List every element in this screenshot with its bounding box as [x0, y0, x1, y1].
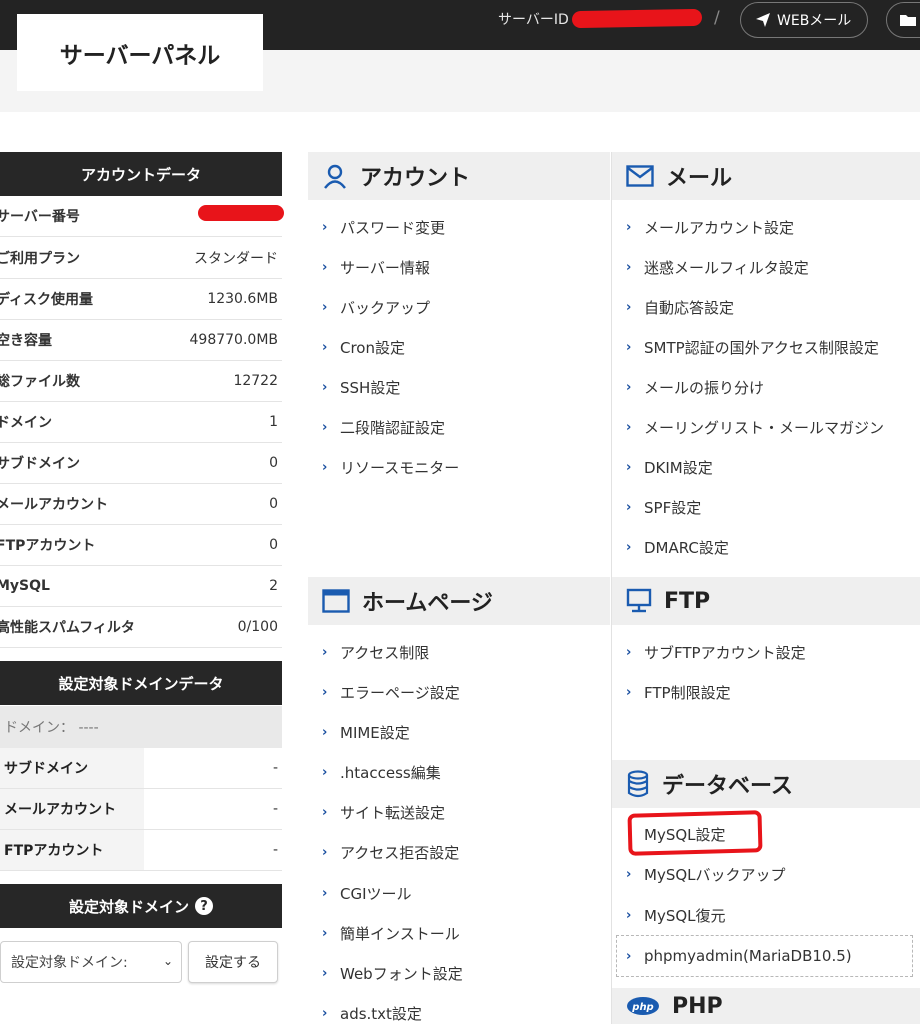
menu-item-server-info[interactable]: › サーバー情報: [322, 247, 430, 287]
account-data-heading: アカウントデータ: [0, 152, 282, 196]
menu-item-dkim[interactable]: › DKIM設定: [626, 447, 713, 487]
menu-item-auto-reply[interactable]: › 自動応答設定: [626, 287, 734, 327]
domain-data-row-subdomain: サブドメイン -: [0, 748, 282, 789]
menu-item-mail-account-settings[interactable]: › メールアカウント設定: [626, 207, 794, 247]
set-domain-button[interactable]: 設定する: [188, 941, 278, 983]
domain-data-row-mail-account: メールアカウント -: [0, 789, 282, 830]
menu-item-ads-txt[interactable]: › ads.txt設定: [322, 993, 422, 1024]
menu-item-ssh[interactable]: › SSH設定: [322, 367, 400, 407]
server-id-redaction: [571, 8, 703, 29]
menu-item-cron[interactable]: › Cron設定: [322, 327, 405, 367]
menu-item-mysql-backup[interactable]: › MySQLバックアップ: [626, 854, 786, 894]
menu-item-access-restriction[interactable]: › アクセス制限: [322, 632, 429, 672]
browser-window-icon: [322, 589, 350, 613]
webmail-label: WEBメール: [777, 13, 852, 29]
menu-item-easy-install[interactable]: › 簡単インストール: [322, 913, 460, 953]
menu-item-access-deny[interactable]: › アクセス拒否設定: [322, 832, 459, 872]
account-row-subdomain: サブドメイン 0: [0, 443, 282, 484]
account-row-ftp-account: FTPアカウント 0: [0, 525, 282, 566]
menu-item-two-factor[interactable]: › 二段階認証設定: [322, 407, 445, 447]
topbar-separator: /: [714, 8, 720, 28]
help-icon[interactable]: ?: [195, 897, 213, 915]
chevron-down-icon: ⌄: [162, 954, 173, 968]
mail-section-heading: メール: [612, 152, 920, 200]
database-icon: [627, 770, 649, 798]
domain-data-row-ftp-account: FTPアカウント -: [0, 830, 282, 871]
menu-item-sub-ftp-account[interactable]: › サブFTPアカウント設定: [626, 632, 806, 672]
menu-item-mail-sorting[interactable]: › メールの振り分け: [626, 367, 764, 407]
mysql-settings-highlight: [627, 810, 763, 856]
monitor-icon: [626, 588, 652, 613]
database-section-heading: データベース: [612, 760, 920, 808]
php-section-heading: php PHP: [612, 988, 920, 1024]
target-domain-heading: 設定対象ドメイン ?: [0, 884, 282, 928]
account-row-spam-filter: 高性能スパムフィルタ 0/100: [0, 607, 282, 648]
account-row-domain: ドメイン 1: [0, 402, 282, 443]
menu-item-spf[interactable]: › SPF設定: [626, 487, 701, 527]
menu-item-password-change[interactable]: › パスワード変更: [322, 207, 445, 247]
account-row-free-space: 空き容量 498770.0MB: [0, 320, 282, 361]
user-icon: [324, 164, 346, 189]
webmail-button[interactable]: WEBメール: [740, 2, 868, 38]
ftp-section-heading: FTP: [612, 577, 920, 625]
page-title: サーバーパネル: [17, 14, 263, 91]
server-id-label: サーバーID: [498, 12, 569, 28]
menu-item-web-font[interactable]: › Webフォント設定: [322, 953, 463, 993]
menu-item-site-redirect[interactable]: › サイト転送設定: [322, 792, 445, 832]
menu-item-mailing-list[interactable]: › メーリングリスト・メールマガジン: [626, 407, 884, 447]
mail-icon: [626, 165, 654, 187]
send-icon: [756, 13, 770, 27]
menu-item-resource-monitor[interactable]: › リソースモニター: [322, 447, 459, 487]
menu-item-spam-filter[interactable]: › 迷惑メールフィルタ設定: [626, 247, 809, 287]
menu-item-mysql-restore[interactable]: › MySQL復元: [626, 895, 726, 935]
menu-item-ftp-restriction[interactable]: › FTP制限設定: [626, 672, 731, 712]
menu-item-dmarc[interactable]: › DMARC設定: [626, 527, 729, 567]
menu-item-mime[interactable]: › MIME設定: [322, 712, 410, 752]
account-row-plan: ご利用プラン スタンダード: [0, 238, 282, 279]
account-section-heading: アカウント: [308, 152, 610, 200]
account-row-mail-account: メールアカウント 0: [0, 484, 282, 525]
account-row-mysql: MySQL 2: [0, 566, 282, 607]
account-row-disk-usage: ディスク使用量 1230.6MB: [0, 279, 282, 320]
menu-item-cgi-tools[interactable]: › CGIツール: [322, 873, 412, 913]
svg-text:php: php: [631, 1002, 653, 1013]
menu-item-error-page[interactable]: › エラーページ設定: [322, 672, 460, 712]
server-number-redaction: [198, 205, 284, 221]
domain-data-domain-line: ドメイン： ----: [0, 706, 282, 748]
menu-item-backup[interactable]: › バックアップ: [322, 287, 430, 327]
php-logo-icon: php: [627, 997, 659, 1015]
domain-data-heading: 設定対象ドメインデータ: [0, 661, 282, 705]
menu-item-smtp-restriction[interactable]: › SMTP認証の国外アクセス制限設定: [626, 327, 879, 367]
menu-item-phpmyadmin[interactable]: › phpmyadmin(MariaDB10.5): [626, 936, 852, 976]
menu-item-htaccess[interactable]: › .htaccess編集: [322, 752, 441, 792]
file-manager-button[interactable]: [886, 2, 920, 38]
folder-icon: [900, 15, 916, 26]
homepage-section-heading: ホームページ: [308, 577, 610, 625]
account-row-file-count: 総ファイル数 12722: [0, 361, 282, 402]
domain-select[interactable]: 設定対象ドメイン: ⌄: [0, 941, 182, 983]
